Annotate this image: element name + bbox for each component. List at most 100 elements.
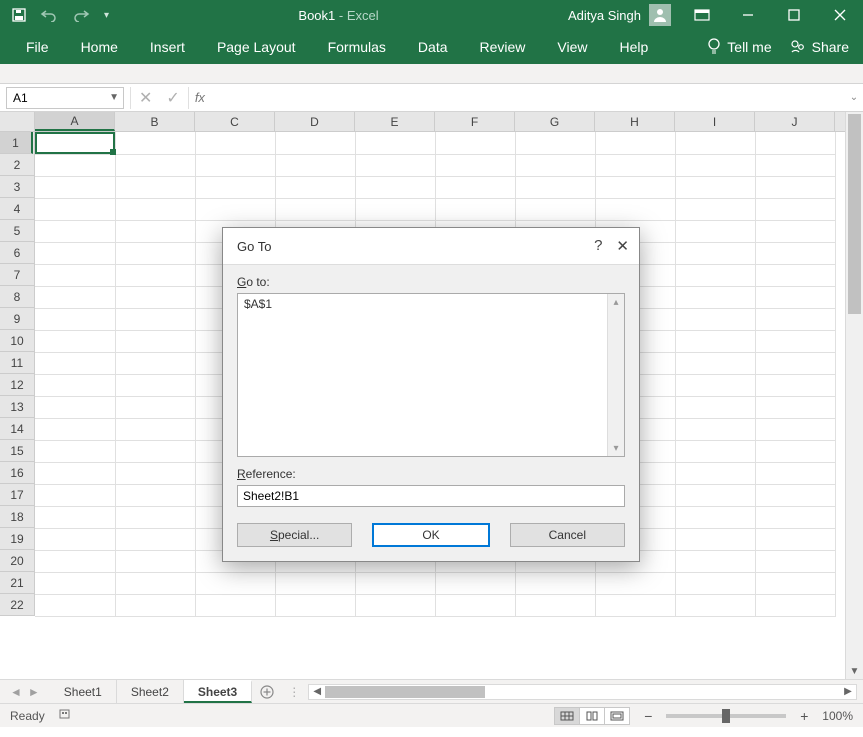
page-layout-view-button[interactable]	[579, 707, 605, 725]
cell[interactable]	[35, 572, 115, 594]
scroll-down-icon[interactable]: ▼	[846, 663, 863, 679]
dialog-help-icon[interactable]: ?	[594, 237, 602, 255]
close-icon[interactable]	[817, 0, 863, 30]
cell[interactable]	[675, 396, 755, 418]
cell[interactable]	[595, 198, 675, 220]
minimize-icon[interactable]	[725, 0, 771, 30]
cell[interactable]	[435, 594, 515, 616]
name-box[interactable]: A1 ▼	[6, 87, 124, 109]
new-sheet-button[interactable]	[252, 685, 282, 699]
cell[interactable]	[35, 594, 115, 616]
cell[interactable]	[35, 550, 115, 572]
cell[interactable]	[675, 418, 755, 440]
cell[interactable]	[515, 176, 595, 198]
cell[interactable]	[675, 352, 755, 374]
cell[interactable]	[35, 286, 115, 308]
vertical-scrollbar[interactable]: ▲ ▼	[845, 112, 863, 679]
cell[interactable]	[35, 154, 115, 176]
scroll-left-icon[interactable]: ◀	[309, 686, 325, 697]
ribbon-tab-view[interactable]: View	[555, 33, 589, 61]
sheet-tab-sheet3[interactable]: Sheet3	[184, 680, 252, 703]
cell[interactable]	[115, 132, 195, 154]
cell[interactable]	[755, 352, 835, 374]
cell[interactable]	[195, 572, 275, 594]
cell[interactable]	[35, 374, 115, 396]
column-header[interactable]: H	[595, 112, 675, 131]
cell[interactable]	[595, 572, 675, 594]
cell[interactable]	[435, 154, 515, 176]
cell[interactable]	[35, 242, 115, 264]
cell[interactable]	[115, 506, 195, 528]
cell[interactable]	[115, 550, 195, 572]
row-header[interactable]: 13	[0, 396, 34, 418]
cell[interactable]	[35, 352, 115, 374]
cell[interactable]	[675, 264, 755, 286]
row-header[interactable]: 10	[0, 330, 34, 352]
cell[interactable]	[675, 484, 755, 506]
cell[interactable]	[435, 198, 515, 220]
ribbon-tab-data[interactable]: Data	[416, 33, 450, 61]
ribbon-tab-review[interactable]: Review	[478, 33, 528, 61]
goto-list-item[interactable]: $A$1	[244, 297, 618, 311]
goto-listbox[interactable]: $A$1 ▴ ▾	[237, 293, 625, 457]
cell[interactable]	[115, 462, 195, 484]
column-header[interactable]: F	[435, 112, 515, 131]
cell[interactable]	[115, 264, 195, 286]
share-button[interactable]: Share	[790, 39, 849, 56]
cell[interactable]	[515, 572, 595, 594]
cell[interactable]	[675, 154, 755, 176]
cell[interactable]	[275, 154, 355, 176]
cell[interactable]	[675, 330, 755, 352]
ribbon-display-options-icon[interactable]	[679, 0, 725, 30]
maximize-icon[interactable]	[771, 0, 817, 30]
cell[interactable]	[355, 594, 435, 616]
cell[interactable]	[435, 132, 515, 154]
cell[interactable]	[115, 176, 195, 198]
ok-button[interactable]: OK	[372, 523, 489, 547]
row-header[interactable]: 7	[0, 264, 34, 286]
cell[interactable]	[755, 330, 835, 352]
cell[interactable]	[675, 132, 755, 154]
cell[interactable]	[195, 154, 275, 176]
expand-formula-bar-icon[interactable]: ⌄	[845, 92, 863, 103]
cell[interactable]	[115, 594, 195, 616]
cell[interactable]	[115, 528, 195, 550]
dialog-close-icon[interactable]: ✕	[616, 237, 629, 255]
cell[interactable]	[35, 176, 115, 198]
chevron-down-icon[interactable]: ▼	[109, 92, 119, 103]
row-header[interactable]: 8	[0, 286, 34, 308]
cell[interactable]	[755, 198, 835, 220]
cell[interactable]	[675, 440, 755, 462]
zoom-out-button[interactable]: −	[640, 709, 656, 723]
cell[interactable]	[755, 550, 835, 572]
row-header[interactable]: 12	[0, 374, 34, 396]
cell[interactable]	[35, 308, 115, 330]
scroll-down-icon[interactable]: ▾	[608, 440, 624, 456]
row-header[interactable]: 5	[0, 220, 34, 242]
cell[interactable]	[675, 242, 755, 264]
cell[interactable]	[115, 440, 195, 462]
cell[interactable]	[755, 374, 835, 396]
cancel-button[interactable]: Cancel	[510, 523, 625, 547]
cell[interactable]	[675, 528, 755, 550]
ribbon-tab-formulas[interactable]: Formulas	[326, 33, 388, 61]
column-header[interactable]: D	[275, 112, 355, 131]
user-name[interactable]: Aditya Singh	[568, 8, 641, 23]
user-avatar-icon[interactable]	[649, 4, 671, 26]
undo-icon[interactable]	[40, 8, 58, 22]
cell[interactable]	[35, 220, 115, 242]
cell[interactable]	[675, 550, 755, 572]
cell[interactable]	[515, 594, 595, 616]
cell[interactable]	[755, 264, 835, 286]
cell[interactable]	[755, 440, 835, 462]
sheet-tab-sheet1[interactable]: Sheet1	[50, 680, 117, 703]
cell[interactable]	[35, 198, 115, 220]
column-header[interactable]: A	[35, 112, 115, 131]
cell[interactable]	[755, 462, 835, 484]
goto-list-scrollbar[interactable]: ▴ ▾	[607, 294, 624, 456]
row-header[interactable]: 18	[0, 506, 34, 528]
cell[interactable]	[275, 594, 355, 616]
cell[interactable]	[355, 198, 435, 220]
macro-record-icon[interactable]	[59, 708, 73, 723]
cell[interactable]	[115, 396, 195, 418]
